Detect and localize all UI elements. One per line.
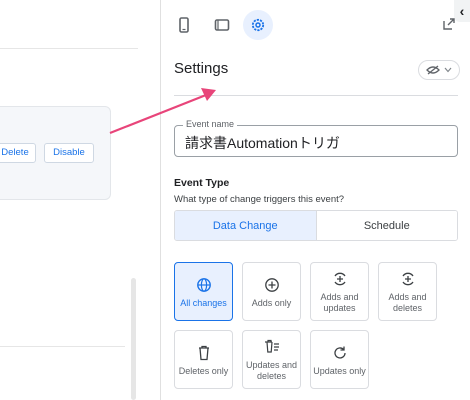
option-adds-only[interactable]: Adds only: [242, 262, 301, 321]
left-divider-top: [0, 48, 138, 49]
left-background-pane: Delete Disable: [0, 0, 160, 400]
tab-data-change[interactable]: Data Change: [175, 211, 316, 240]
tab-schedule[interactable]: Schedule: [315, 211, 457, 240]
option-updates-only[interactable]: Updates only: [310, 330, 369, 389]
delete-button[interactable]: Delete: [0, 143, 36, 163]
option-updates-and-deletes[interactable]: Updates and deletes: [242, 330, 301, 389]
tablet-icon: [214, 19, 230, 31]
expand-icon: [443, 18, 455, 30]
event-name-label: Event name: [183, 119, 238, 129]
plus-circle-arrows-icon: [400, 269, 416, 289]
expand-button[interactable]: [442, 17, 456, 36]
disable-button[interactable]: Disable: [44, 143, 94, 163]
visibility-toggle[interactable]: [418, 60, 460, 80]
option-label: Updates only: [313, 365, 366, 376]
globe-icon: [196, 275, 212, 295]
event-type-selector: Data Change Schedule: [174, 210, 458, 241]
left-scrollbar[interactable]: [131, 278, 136, 400]
eye-off-icon: [426, 65, 440, 75]
event-type-subtitle: What type of change triggers this event?: [174, 194, 345, 205]
option-label: All changes: [180, 297, 227, 308]
option-deletes-only[interactable]: Deletes only: [174, 330, 233, 389]
event-name-value[interactable]: 請求書Automationトリガ: [185, 133, 340, 153]
trash-icon: [197, 343, 211, 363]
option-adds-and-updates[interactable]: Adds and updates: [310, 262, 369, 321]
phone-view-button[interactable]: [169, 10, 199, 40]
plus-circle-arrows-icon: [332, 269, 348, 289]
gear-icon: [251, 18, 265, 32]
plus-circle-icon: [264, 275, 280, 295]
chevron-left-icon: ‹: [459, 3, 465, 19]
trash-list-icon: [264, 337, 280, 357]
refresh-icon: [332, 343, 348, 363]
settings-view-button[interactable]: [243, 10, 273, 40]
option-label: Deletes only: [178, 365, 229, 376]
option-label: Updates and deletes: [245, 360, 298, 381]
collapse-panel-button[interactable]: ‹: [454, 0, 470, 22]
chevron-down-icon: [444, 67, 452, 73]
option-label: Adds and updates: [320, 292, 359, 313]
option-label: Adds only: [251, 297, 292, 308]
option-adds-and-deletes[interactable]: Adds and deletes: [378, 262, 437, 321]
header-divider: [174, 95, 458, 96]
tablet-view-button[interactable]: [207, 10, 237, 40]
option-label: Adds and deletes: [388, 292, 427, 313]
option-all-changes[interactable]: All changes: [174, 262, 233, 321]
settings-title: Settings: [174, 60, 229, 77]
phone-icon: [179, 17, 189, 33]
settings-panel: ‹ Settings Event name 請求書Automationトリガ E…: [160, 0, 470, 400]
event-type-title: Event Type: [174, 177, 230, 189]
left-divider-bottom: [0, 346, 125, 347]
